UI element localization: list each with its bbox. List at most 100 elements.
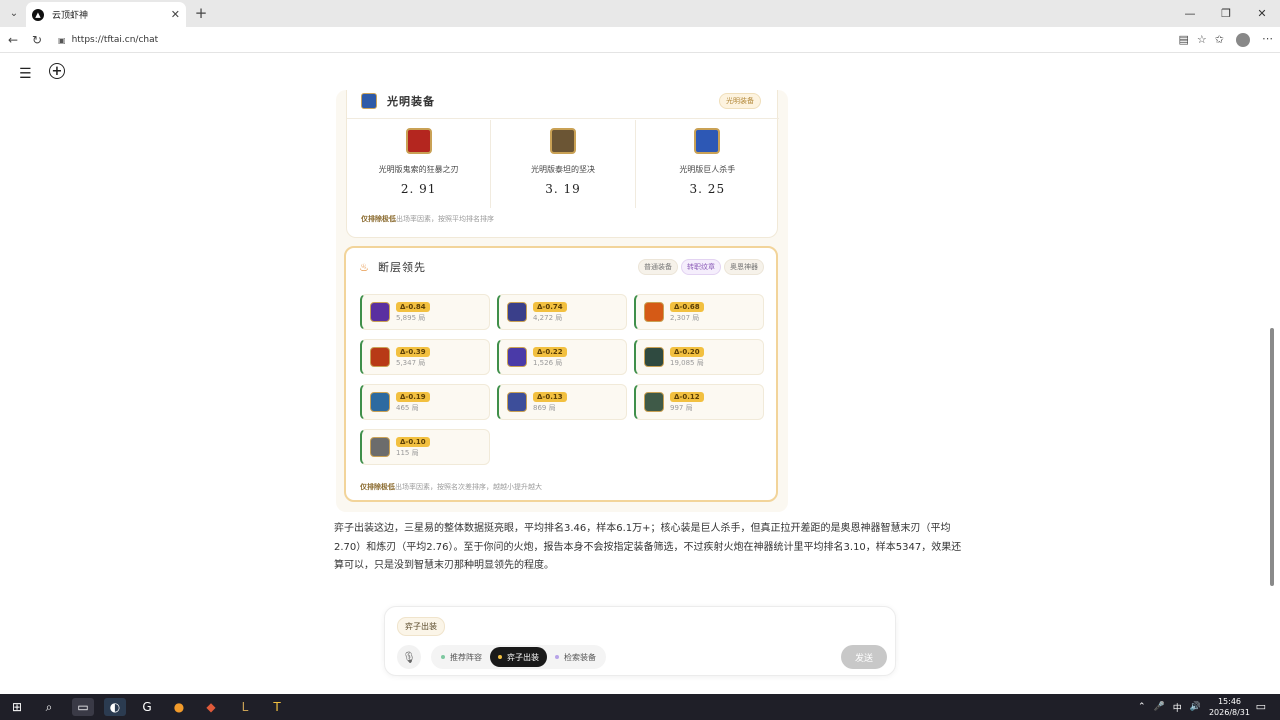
- item-stats: Δ-0.20 19,085 局: [670, 346, 704, 368]
- item-icon: [370, 302, 390, 322]
- equipment-grid: 光明版鬼索的狂暴之刃 2. 91 光明版泰坦的坚决 3. 19 光明版巨人杀手 3. 25: [347, 120, 779, 208]
- url-field[interactable]: ▣ https://tftai.cn/chat: [50, 30, 1230, 50]
- notification-icon[interactable]: ▭: [1256, 700, 1266, 713]
- url-text[interactable]: https://tftai.cn/chat: [72, 35, 159, 45]
- app-orange-icon[interactable]: ●: [168, 698, 190, 716]
- tab-close-icon[interactable]: ✕: [171, 8, 180, 21]
- category-pill[interactable]: 转职纹章: [681, 259, 721, 275]
- rank-delta-badge: Δ-0.39: [396, 346, 430, 357]
- volume-icon[interactable]: 🔊: [1190, 702, 1201, 712]
- rank-delta-badge: Δ-0.84: [396, 301, 430, 312]
- equipment-name: 光明版巨人杀手: [679, 165, 736, 174]
- breakpoint-item[interactable]: Δ-0.20 19,085 局: [634, 339, 764, 375]
- bright-equipment-icon: [361, 93, 377, 109]
- mode-dot-icon: [498, 655, 502, 659]
- clock[interactable]: 15:46 2026/8/31: [1209, 696, 1250, 718]
- equipment-avg-rank: 3. 19: [545, 182, 581, 196]
- league-client-icon[interactable]: L: [234, 698, 256, 716]
- item-icon: [644, 347, 664, 367]
- address-bar-actions: ▤ ☆ ✩: [1179, 33, 1225, 46]
- minimize-button[interactable]: —: [1172, 0, 1208, 27]
- mode-option[interactable]: 推荐阵容: [433, 647, 490, 667]
- breakpoint-item[interactable]: Δ-0.19 465 局: [360, 384, 490, 420]
- equipment-name: 光明版泰坦的坚决: [530, 165, 595, 174]
- close-window-button[interactable]: ✕: [1244, 0, 1280, 27]
- games-count: 2,307 局: [670, 313, 700, 322]
- file-explorer-icon[interactable]: ▭: [72, 698, 94, 716]
- games-count: 19,085 局: [670, 358, 704, 367]
- favorite-star-icon[interactable]: ☆: [1197, 33, 1207, 46]
- rank-delta-badge: Δ-0.12: [670, 391, 704, 402]
- microphone-tray-icon[interactable]: 🎤: [1154, 702, 1165, 712]
- input-method-indicator[interactable]: 中: [1173, 701, 1182, 714]
- breakpoint-item[interactable]: Δ-0.74 4,272 局: [497, 294, 627, 330]
- more-menu-icon[interactable]: ⋯: [1262, 32, 1273, 45]
- profile-avatar[interactable]: [1236, 33, 1250, 47]
- item-icon: [644, 302, 664, 322]
- mode-label: 推荐阵容: [450, 652, 482, 662]
- category-pill[interactable]: 奥恩神器: [724, 259, 764, 275]
- category-filter-pills: 普通装备 转职纹章 奥恩神器: [638, 259, 764, 275]
- games-count: 4,272 局: [533, 313, 563, 322]
- browser-tab[interactable]: ▲ 云顶虾神 ✕: [26, 2, 186, 27]
- page-scrollbar[interactable]: [1268, 54, 1276, 594]
- equipment-icon: [694, 128, 721, 154]
- equipment-avg-rank: 3. 25: [689, 182, 726, 196]
- breakpoint-item[interactable]: Δ-0.39 5,347 局: [360, 339, 490, 375]
- selected-mode-chip[interactable]: 弈子出装: [397, 617, 445, 636]
- mode-option[interactable]: 检索装备: [547, 647, 604, 667]
- breakpoint-item[interactable]: Δ-0.22 1,526 局: [497, 339, 627, 375]
- breakpoint-item[interactable]: Δ-0.12 997 局: [634, 384, 764, 420]
- games-count: 115 局: [396, 448, 419, 457]
- games-count: 465 局: [396, 403, 419, 412]
- breakpoint-item[interactable]: Δ-0.84 5,895 局: [360, 294, 490, 330]
- tab-list-dropdown-icon[interactable]: ⌄: [4, 4, 24, 23]
- games-count: 997 局: [670, 403, 693, 412]
- app-g-icon[interactable]: G: [136, 698, 158, 716]
- divider: [347, 118, 779, 119]
- microphone-icon[interactable]: 🎙: [397, 645, 421, 669]
- item-stats: Δ-0.74 4,272 局: [533, 301, 567, 323]
- equipment-item: 光明版鬼索的狂暴之刃 2. 91: [347, 120, 492, 208]
- breakpoint-lead-section: ♨ 断层领先 普通装备 转职纹章 奥恩神器 Δ-0.84 5,895 局 Δ-0.74 4…: [344, 246, 778, 502]
- equipment-name: 光明版鬼索的狂暴之刃: [378, 165, 459, 174]
- footnote-text: 出场率因素，按照名次差排序，越越小提升越大: [395, 483, 542, 491]
- report-card: 光明装备 光明装备 光明版鬼索的狂暴之刃 2. 91 光明版泰坦的坚决 3. 19 光明…: [336, 90, 788, 512]
- equipment-avg-rank: 2. 91: [400, 182, 437, 196]
- item-icon: [370, 347, 390, 367]
- system-tray: ⌃ 🎤 中 🔊 15:46 2026/8/31: [1138, 696, 1250, 718]
- start-menu-icon[interactable]: ⊞: [6, 698, 28, 716]
- app-red-icon[interactable]: ◆: [200, 698, 222, 716]
- section-title: 光明装备: [387, 95, 435, 108]
- equipment-item: 光明版巨人杀手 3. 25: [636, 120, 779, 208]
- new-chat-icon[interactable]: +: [49, 63, 65, 79]
- reader-mode-icon[interactable]: ▤: [1179, 33, 1189, 46]
- send-button[interactable]: 发送: [841, 645, 887, 669]
- window-controls: — ❐ ✕: [1172, 0, 1280, 27]
- favorites-collection-icon[interactable]: ✩: [1215, 33, 1224, 46]
- item-stats: Δ-0.68 2,307 局: [670, 301, 704, 323]
- search-icon[interactable]: ⌕: [38, 698, 60, 716]
- tft-app-icon[interactable]: T: [266, 698, 288, 716]
- scrollbar-thumb[interactable]: [1270, 328, 1274, 586]
- breakpoint-item[interactable]: Δ-0.68 2,307 局: [634, 294, 764, 330]
- hamburger-menu-icon[interactable]: ☰: [19, 66, 32, 82]
- breakpoint-item[interactable]: Δ-0.10 115 局: [360, 429, 490, 465]
- item-stats: Δ-0.39 5,347 局: [396, 346, 430, 368]
- back-arrow-icon[interactable]: ←: [4, 31, 22, 49]
- tray-expand-icon[interactable]: ⌃: [1138, 702, 1146, 712]
- reload-icon[interactable]: ↻: [28, 31, 46, 49]
- site-favicon-icon: ▲: [32, 8, 44, 21]
- maximize-button[interactable]: ❐: [1208, 0, 1244, 27]
- section-badge: 光明装备: [719, 93, 761, 109]
- edge-browser-icon[interactable]: ◐: [104, 698, 126, 716]
- category-pill[interactable]: 普通装备: [638, 259, 678, 275]
- games-count: 869 局: [533, 403, 556, 412]
- new-tab-button[interactable]: +: [192, 4, 210, 22]
- section-header: 光明装备 光明装备: [361, 90, 761, 112]
- mode-option[interactable]: 弈子出装: [490, 647, 547, 667]
- site-info-icon[interactable]: ▣: [58, 36, 66, 45]
- item-stats: Δ-0.22 1,526 局: [533, 346, 567, 368]
- breakpoint-item[interactable]: Δ-0.13 869 局: [497, 384, 627, 420]
- address-bar-row: ← ↻ ▣ https://tftai.cn/chat ▤ ☆ ✩: [0, 27, 1280, 53]
